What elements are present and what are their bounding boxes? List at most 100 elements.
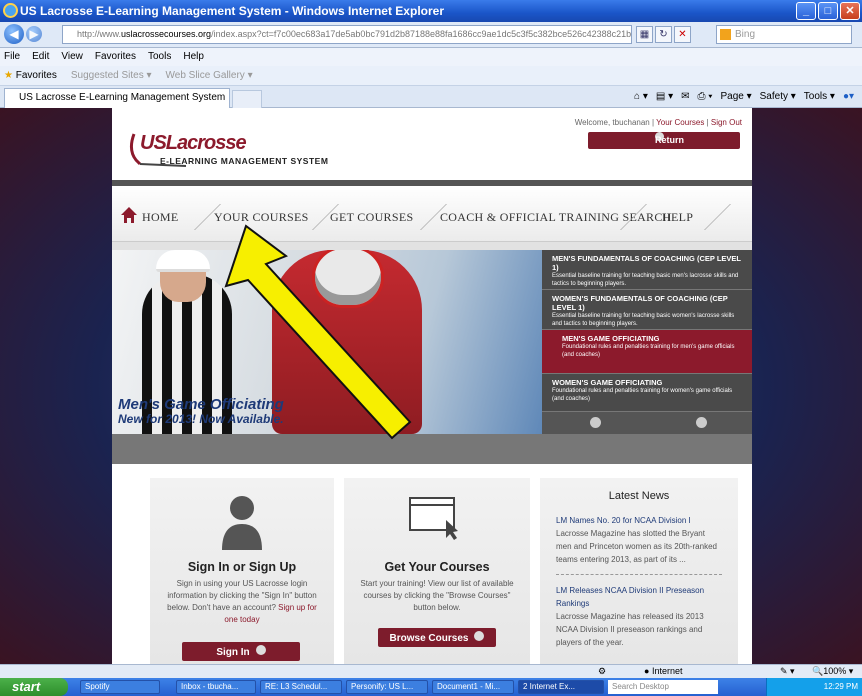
suggested-sites[interactable]: Suggested Sites ▾: [71, 66, 152, 85]
carousel-item-desc: Essential baseline training for teaching…: [552, 273, 739, 287]
url-field[interactable]: http://www.uslacrossecourses.org/index.a…: [62, 25, 632, 44]
return-home-button[interactable]: Return to US Lacrosse Home: [588, 132, 740, 213]
site-header: USLacrosse E-LEARNING MANAGEMENT SYSTEM …: [112, 108, 752, 213]
tools-menu[interactable]: Tools ▾: [804, 87, 835, 107]
print-icon[interactable]: ⎙ ▾: [697, 87, 712, 107]
taskbar-item-personify[interactable]: Personify: US L...: [346, 680, 428, 694]
news-summary: Lacrosse Magazine has released its 2013 …: [556, 612, 704, 647]
menu-view[interactable]: View: [61, 48, 83, 66]
carousel-prev-icon[interactable]: [590, 417, 601, 428]
taskbar-item-word[interactable]: Document1 - Mi...: [432, 680, 514, 694]
referee-cap: [156, 250, 210, 272]
mail-icon[interactable]: ✉: [681, 87, 689, 107]
signin-card: Sign In or Sign Up Sign in using your US…: [150, 478, 334, 664]
start-button[interactable]: start: [0, 678, 68, 696]
home-icon: [121, 207, 137, 223]
welcome-text: Welcome, tbuchanan | Your Courses | Sign…: [574, 118, 742, 127]
taskbar-item-email[interactable]: RE: L3 Schedul...: [260, 680, 342, 694]
welcome-user: Welcome, tbuchanan |: [574, 118, 655, 127]
url-path: /index.aspx?ct=f7c00ec683a17de5ab0bc791d…: [211, 29, 632, 39]
nav-get-courses[interactable]: GET COURSES: [330, 210, 413, 225]
hero-subtitle: New for 2013! Now Available.: [118, 412, 284, 426]
news-item[interactable]: LM Names No. 20 for NCAA Division I Lacr…: [556, 514, 722, 566]
menu-file[interactable]: File: [4, 48, 20, 66]
url-domain: uslacrossecourses.org: [121, 29, 212, 39]
news-item[interactable]: LM Releases NCAA Division II Preseason R…: [556, 584, 722, 649]
main-nav: HOME YOUR COURSES GET COURSES COACH & OF…: [112, 186, 752, 242]
browser-tab[interactable]: US Lacrosse E-Learning Management System: [4, 88, 230, 108]
your-courses-link[interactable]: Your Courses: [656, 118, 704, 127]
taskbar-item-ie[interactable]: 2 Internet Ex...: [518, 680, 604, 694]
logo-subtitle: E-LEARNING MANAGEMENT SYSTEM: [160, 156, 329, 166]
sign-in-button[interactable]: Sign In: [182, 642, 300, 661]
get-courses-title: Get Your Courses: [384, 560, 490, 574]
protected-mode-icon[interactable]: ✎ ▾: [780, 665, 795, 678]
carousel-item-womens-coaching[interactable]: WOMEN'S FUNDAMENTALS OF COACHING (CEP LE…: [542, 290, 752, 330]
menu-tools[interactable]: Tools: [148, 48, 171, 66]
new-tab-button[interactable]: [232, 90, 262, 108]
carousel-item-title: WOMEN'S GAME OFFICIATING: [552, 378, 663, 387]
sign-out-link[interactable]: Sign Out: [711, 118, 742, 127]
feeds-icon[interactable]: ▤ ▾: [656, 87, 673, 107]
menu-help[interactable]: Help: [183, 48, 204, 66]
nav-help[interactable]: HELP: [662, 210, 693, 225]
zone-label: Internet: [651, 666, 683, 676]
taskbar-item-spotify[interactable]: Spotify: [80, 680, 160, 694]
hero-banner[interactable]: Men's Game Officiating New for 2013! Now…: [112, 250, 542, 434]
close-button[interactable]: ✕: [840, 2, 860, 20]
menu-bar: File Edit View Favorites Tools Help: [0, 48, 862, 66]
back-button[interactable]: ◀: [4, 24, 24, 44]
carousel-controls: [542, 412, 752, 434]
news-headline[interactable]: LM Names No. 20 for NCAA Division I: [556, 516, 691, 525]
carousel-item-mens-officiating[interactable]: MEN'S GAME OFFICIATING Foundational rule…: [542, 330, 752, 374]
refresh-icon[interactable]: ↻: [655, 26, 672, 43]
home-icon-cmd[interactable]: ⌂ ▾: [634, 87, 648, 107]
nav-spacer: [112, 242, 752, 250]
get-courses-text: Start your training! View our list of av…: [360, 579, 514, 612]
carousel-item-title: WOMEN'S FUNDAMENTALS OF COACHING (CEP LE…: [552, 294, 728, 312]
clock: 12:29 PM: [823, 682, 858, 691]
help-icon[interactable]: ●▾: [843, 87, 854, 107]
carousel-next-icon[interactable]: [696, 417, 707, 428]
favorites-button[interactable]: ★ Favorites: [4, 66, 57, 85]
internet-zone: ● Internet: [644, 666, 683, 676]
nav-home[interactable]: HOME: [142, 210, 179, 225]
maximize-button[interactable]: □: [818, 2, 838, 20]
safety-menu[interactable]: Safety ▾: [760, 87, 796, 107]
latest-news-card: Latest News LM Names No. 20 for NCAA Div…: [540, 478, 738, 664]
compatibility-icon[interactable]: ▦: [636, 26, 653, 43]
forward-button[interactable]: ▶: [26, 26, 42, 42]
nav-your-courses[interactable]: YOUR COURSES: [214, 210, 309, 225]
arrow-circle-icon: [474, 631, 485, 641]
window-title-bar[interactable]: US Lacrosse E-Learning Management System…: [0, 0, 862, 22]
page-menu[interactable]: Page ▾: [720, 87, 751, 107]
person-icon: [222, 496, 262, 550]
browse-courses-button[interactable]: Browse Courses: [378, 628, 496, 647]
stop-icon[interactable]: ✕: [674, 26, 691, 43]
menu-edit[interactable]: Edit: [32, 48, 49, 66]
carousel-item-title: MEN'S GAME OFFICIATING: [562, 334, 660, 343]
zoom-level[interactable]: 🔍100% ▾: [812, 665, 853, 678]
web-slice-gallery[interactable]: Web Slice Gallery ▾: [166, 66, 253, 85]
news-summary: Lacrosse Magazine has slotted the Bryant…: [556, 529, 717, 564]
page-viewport: USLacrosse E-LEARNING MANAGEMENT SYSTEM …: [0, 108, 862, 664]
carousel-item-title: MEN'S FUNDAMENTALS OF COACHING (CEP LEVE…: [552, 254, 741, 272]
security-icon: ⚙: [598, 666, 607, 676]
taskbar-item-inbox[interactable]: Inbox - tbucha...: [176, 680, 256, 694]
menu-favorites[interactable]: Favorites: [95, 48, 136, 66]
news-divider: [556, 574, 722, 575]
windows-taskbar: start Spotify Inbox - tbucha... RE: L3 S…: [0, 678, 862, 696]
carousel-item-mens-coaching[interactable]: MEN'S FUNDAMENTALS OF COACHING (CEP LEVE…: [542, 250, 752, 290]
search-box[interactable]: Bing: [716, 25, 852, 44]
course-carousel-list: MEN'S FUNDAMENTALS OF COACHING (CEP LEVE…: [542, 250, 752, 434]
carousel-item-womens-officiating[interactable]: WOMEN'S GAME OFFICIATING Foundational ru…: [542, 374, 752, 412]
status-bar: ⚙ ● Internet ✎ ▾ 🔍100% ▾: [0, 664, 862, 678]
sign-in-label: Sign In: [216, 647, 250, 658]
command-bar: ⌂ ▾ ▤ ▾ ✉ ⎙ ▾ Page ▾ Safety ▾ Tools ▾ ●▾: [634, 87, 854, 107]
minimize-button[interactable]: _: [796, 2, 816, 20]
news-headline[interactable]: LM Releases NCAA Division II Preseason R…: [556, 586, 704, 608]
browse-courses-label: Browse Courses: [389, 633, 469, 644]
ie-logo-icon: [3, 3, 18, 18]
news-title: Latest News: [608, 490, 670, 502]
desktop-search-input[interactable]: Search Desktop: [608, 680, 718, 694]
